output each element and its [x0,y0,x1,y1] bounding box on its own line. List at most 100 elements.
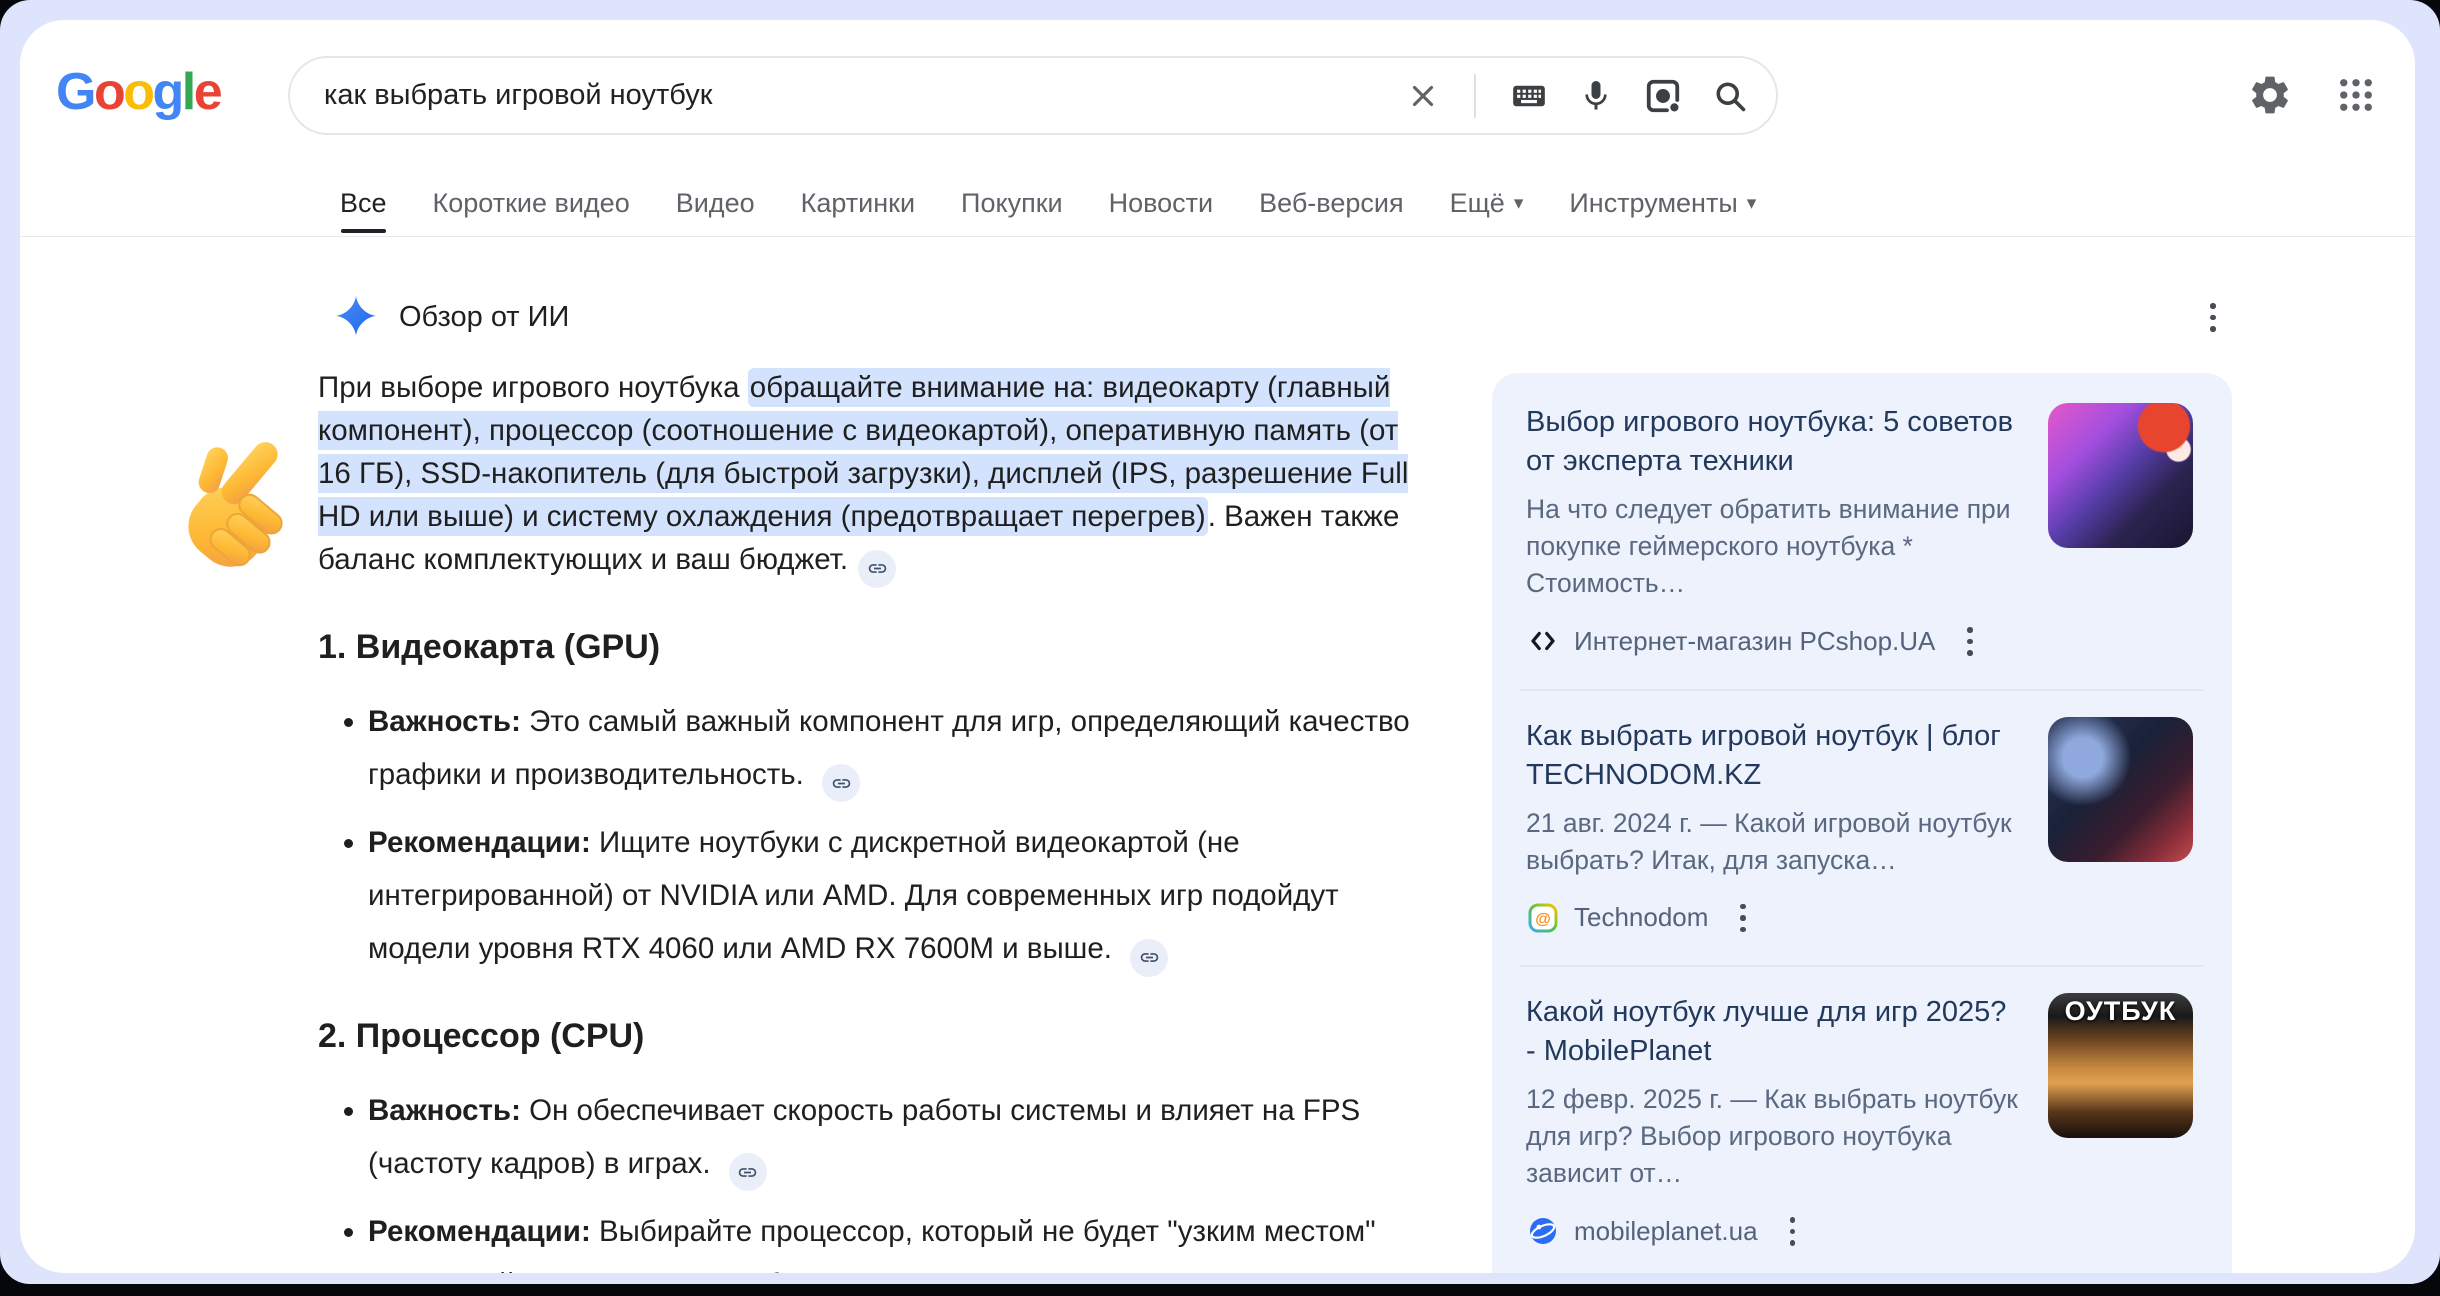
tab-web[interactable]: Веб-версия [1259,170,1403,236]
source-link-chip[interactable] [729,1153,767,1191]
result-title[interactable]: Выбор игрового ноутбука: 5 советов от эк… [1526,403,2024,481]
tab-tools[interactable]: Инструменты▾ [1569,170,1756,236]
result-source-row: mobileplanet.ua [1526,1210,2024,1253]
tab-news[interactable]: Новости [1109,170,1214,236]
ai-bullet: Рекомендации: Ищите ноутбуки с дискретно… [368,816,1416,977]
logo-letter: l [182,63,194,121]
kebab-menu-button[interactable] [2206,296,2220,339]
apps-grid-button[interactable] [2335,74,2377,116]
thumbnail-caption: ОУТБУК [2048,996,2193,1027]
result-snippet: 12 февр. 2025 г. — Как выбрать ноутбук д… [1526,1081,2024,1192]
logo-letter: G [56,63,94,121]
result-title[interactable]: Как выбрать игровой ноутбук | блог TECHN… [1526,717,2024,795]
result-thumbnail[interactable] [2048,717,2193,862]
source-link-chip[interactable] [1130,939,1168,977]
result-text: Выбор игрового ноутбука: 5 советов от эк… [1526,403,2024,663]
link-icon [1139,947,1160,968]
camera-lens-icon [1644,77,1682,115]
keyboard-button[interactable] [1510,77,1548,115]
tab-videos[interactable]: Видео [676,170,755,236]
tab-label: Все [340,188,387,219]
voice-search-button[interactable] [1578,78,1614,114]
tab-label: Веб-версия [1259,188,1403,219]
search-bar-icons [1406,74,1748,118]
result-text: Как выбрать игровой ноутбук | блог TECHN… [1526,717,2024,940]
result-text: Какой ноутбук лучше для игр 2025? - Mobi… [1526,993,2024,1253]
ai-section-heading: 1. Видеокарта (GPU) [318,628,1450,667]
tab-label: Покупки [961,188,1063,219]
link-icon [831,773,852,794]
search-submit-button[interactable] [1712,78,1748,114]
tab-label: Видео [676,188,755,219]
kebab-menu-button[interactable] [1786,1210,1800,1253]
ai-overview-body: При выборе игрового ноутбука обращайте в… [318,366,1450,1273]
result-card[interactable]: Какой ноутбук лучше для игр 2025? - Mobi… [1492,967,2232,1273]
result-thumbnail[interactable] [2048,403,2193,548]
globe-icon [1526,1214,1560,1248]
source-link-chip[interactable] [858,550,896,588]
ai-overview-header: Обзор от ИИ [333,294,569,340]
ai-bullet: Рекомендации: Выбирайте процессор, котор… [368,1205,1416,1273]
result-source-row: Интернет-магазин PCshop.UA [1526,620,2024,663]
bullet-label: Рекомендации: [368,826,591,859]
search-icon [1712,78,1748,114]
microphone-icon [1578,78,1614,114]
kebab-menu-button[interactable] [1963,620,1977,663]
ai-sparkle-icon [333,294,379,340]
result-card[interactable]: Как выбрать игровой ноутбук | блог TECHN… [1492,691,2232,966]
ai-overview-title: Обзор от ИИ [399,301,569,334]
result-thumbnail[interactable]: ОУТБУК [2048,993,2193,1138]
paragraph-text: При выборе игрового ноутбука [318,371,748,404]
related-results-panel: Выбор игрового ноутбука: 5 советов от эк… [1492,373,2232,1273]
logo-letter: o [94,63,123,121]
link-icon [867,558,888,579]
keyboard-icon [1510,77,1548,115]
ai-paragraph-segments: При выборе игрового ноутбука обращайте в… [318,368,1408,576]
kebab-menu-button[interactable] [1736,897,1750,940]
tab-label: Короткие видео [433,188,630,219]
bullet-text: Это самый важный компонент для игр, опре… [368,705,1410,791]
result-title[interactable]: Какой ноутбук лучше для игр 2025? - Mobi… [1526,993,2024,1071]
settings-button[interactable] [2247,72,2293,118]
tab-all[interactable]: Все [340,170,387,236]
result-source-row: @ Technodom [1526,897,2024,940]
result-source-name[interactable]: Technodom [1574,902,1708,933]
search-bar[interactable]: как выбрать игровой ноутбук [288,56,1778,135]
technodom-icon: @ [1526,901,1560,935]
ai-bullet-list: Важность: Это самый важный компонент для… [318,695,1450,977]
tab-more[interactable]: Ещё▾ [1450,170,1524,236]
lens-search-button[interactable] [1644,77,1682,115]
result-source-name[interactable]: mobileplanet.ua [1574,1216,1758,1247]
screen: { "logo": { "letters": ["G", "o", "o", "… [0,0,2440,1296]
bullet-label: Рекомендации: [368,1215,591,1248]
search-input[interactable]: как выбрать игровой ноутбук [324,79,1406,112]
divider [1474,74,1476,118]
result-card[interactable]: Выбор игрового ноутбука: 5 советов от эк… [1492,377,2232,689]
result-snippet: 21 авг. 2024 г. — Какой игровой ноутбук … [1526,805,2024,879]
header-right-actions [2247,72,2377,118]
bullet-label: Важность: [368,1094,521,1127]
divider [20,236,2415,237]
result-source-name[interactable]: Интернет-магазин PCshop.UA [1574,626,1935,657]
logo-letter: g [152,63,181,121]
svg-text:@: @ [1535,911,1551,928]
chevron-down-icon: ▾ [1514,194,1524,213]
google-logo[interactable]: Google [56,62,220,122]
ai-bullet: Важность: Он обеспечивает скорость работ… [368,1084,1416,1192]
close-icon [1406,79,1440,113]
clear-search-button[interactable] [1406,79,1440,113]
tab-shopping[interactable]: Покупки [961,170,1063,236]
source-link-chip[interactable] [822,764,860,802]
link-icon [737,1162,758,1183]
ai-bullet-list: Важность: Он обеспечивает скорость работ… [318,1084,1450,1274]
logo-letter: e [194,63,220,121]
gear-icon [2247,72,2293,118]
tab-label: Картинки [801,188,915,219]
result-snippet: На что следует обратить внимание при пок… [1526,491,2024,602]
tab-short-videos[interactable]: Короткие видео [433,170,630,236]
bullet-label: Важность: [368,705,521,738]
result-type-tabs: Все Короткие видео Видео Картинки Покупк… [340,170,1756,236]
logo-letter: o [123,63,152,121]
browser-window: Google как выбрать игровой ноутбук [20,20,2415,1273]
tab-images[interactable]: Картинки [801,170,915,236]
